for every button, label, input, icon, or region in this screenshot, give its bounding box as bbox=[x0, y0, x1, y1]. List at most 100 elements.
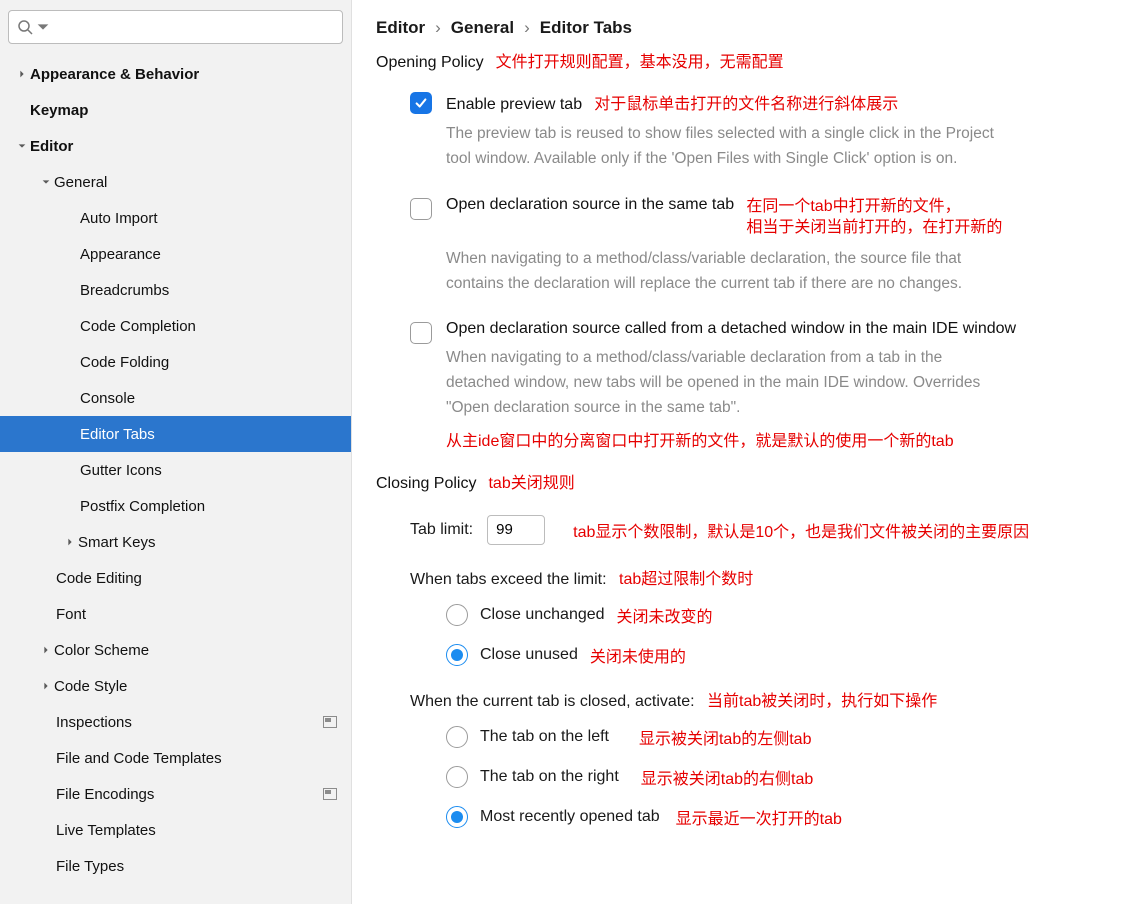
close-unused-anno: 关闭未使用的 bbox=[590, 643, 686, 667]
sidebar-item-label: Code Style bbox=[54, 678, 337, 695]
close-unused-row: Close unused 关闭未使用的 bbox=[376, 635, 1132, 675]
sidebar-item-code-completion[interactable]: Code Completion bbox=[0, 308, 351, 344]
tab-right-radio[interactable] bbox=[446, 766, 468, 788]
sidebar-item-console[interactable]: Console bbox=[0, 380, 351, 416]
close-unchanged-label: Close unchanged bbox=[480, 606, 605, 624]
sidebar-item-label: File Types bbox=[56, 858, 337, 875]
search-icon bbox=[17, 19, 33, 35]
open-decl-same-tab-desc: When navigating to a method/class/variab… bbox=[446, 247, 1006, 297]
sidebar-item-label: Code Folding bbox=[80, 354, 337, 371]
sidebar-item-label: Console bbox=[80, 390, 337, 407]
sidebar-item-label: Smart Keys bbox=[78, 534, 337, 551]
sidebar-item-postfix-completion[interactable]: Postfix Completion bbox=[0, 488, 351, 524]
tab-left-radio[interactable] bbox=[446, 726, 468, 748]
sidebar-item-smart-keys[interactable]: Smart Keys bbox=[0, 524, 351, 560]
sidebar-item-label: Inspections bbox=[56, 714, 323, 731]
close-unchanged-row: Close unchanged 关闭未改变的 bbox=[376, 595, 1132, 635]
enable-preview-tab-anno: 对于鼠标单击打开的文件名称进行斜体展示 bbox=[594, 96, 898, 113]
sidebar-item-code-folding[interactable]: Code Folding bbox=[0, 344, 351, 380]
sidebar-item-label: Breadcrumbs bbox=[80, 282, 337, 299]
open-decl-same-tab-label: Open declaration source in the same tab bbox=[446, 196, 734, 213]
sidebar-item-editor-tabs[interactable]: Editor Tabs bbox=[0, 416, 351, 452]
sidebar-item-label: File and Code Templates bbox=[56, 750, 337, 767]
tab-closed-text: When the current tab is closed, activate… bbox=[410, 693, 695, 710]
open-decl-same-tab-checkbox[interactable] bbox=[410, 198, 432, 220]
opening-policy-label: Opening Policy bbox=[376, 54, 484, 72]
chevron-down-icon bbox=[35, 19, 51, 35]
closing-policy-label: Closing Policy bbox=[376, 475, 476, 493]
sidebar-item-label: Appearance bbox=[80, 246, 337, 263]
sidebar-item-label: Font bbox=[56, 606, 337, 623]
sidebar-item-label: Postfix Completion bbox=[80, 498, 337, 515]
sidebar-item-file-code-templates[interactable]: File and Code Templates bbox=[0, 740, 351, 776]
tab-recent-row: Most recently opened tab 显示最近一次打开的tab bbox=[376, 797, 1132, 837]
sidebar-item-live-templates[interactable]: Live Templates bbox=[0, 812, 351, 848]
sidebar-item-file-types[interactable]: File Types bbox=[0, 848, 351, 884]
tab-right-label: The tab on the right bbox=[480, 768, 619, 786]
search-input[interactable] bbox=[8, 10, 343, 44]
sidebar-item-label: Editor bbox=[30, 138, 337, 155]
sidebar-item-inspections[interactable]: Inspections bbox=[0, 704, 351, 740]
crumb-general[interactable]: General bbox=[451, 18, 514, 38]
tab-limit-row: Tab limit: tab显示个数限制，默认是10个，也是我们文件被关闭的主要… bbox=[376, 505, 1132, 553]
tab-limit-input[interactable] bbox=[487, 515, 545, 545]
settings-tree[interactable]: Appearance & Behavior Keymap Editor General… bbox=[0, 52, 351, 896]
sidebar-item-label: Live Templates bbox=[56, 822, 337, 839]
sidebar-item-keymap[interactable]: Keymap bbox=[0, 92, 351, 128]
sidebar-item-font[interactable]: Font bbox=[0, 596, 351, 632]
tabs-exceed-text: When tabs exceed the limit: bbox=[410, 571, 607, 588]
sidebar-item-general[interactable]: General bbox=[0, 164, 351, 200]
close-unchanged-radio[interactable] bbox=[446, 604, 468, 626]
sidebar-item-label: Gutter Icons bbox=[80, 462, 337, 479]
tab-right-anno: 显示被关闭tab的右侧tab bbox=[641, 765, 814, 789]
sidebar-item-code-editing[interactable]: Code Editing bbox=[0, 560, 351, 596]
sidebar-item-appearance-behavior[interactable]: Appearance & Behavior bbox=[0, 56, 351, 92]
search-wrap bbox=[0, 0, 351, 52]
tab-limit-label: Tab limit: bbox=[410, 521, 473, 539]
open-decl-same-tab-option: Open declaration source in the same tab … bbox=[376, 190, 1132, 301]
sidebar-item-label: Code Completion bbox=[80, 318, 337, 335]
close-unused-label: Close unused bbox=[480, 646, 578, 664]
enable-preview-tab-checkbox[interactable] bbox=[410, 92, 432, 114]
sidebar-item-editor-appearance[interactable]: Appearance bbox=[0, 236, 351, 272]
open-decl-detached-desc: When navigating to a method/class/variab… bbox=[446, 346, 1006, 420]
open-decl-detached-label: Open declaration source called from a de… bbox=[446, 320, 1016, 337]
opening-policy-anno: 文件打开规则配置，基本没用，无需配置 bbox=[496, 48, 784, 72]
close-unused-radio[interactable] bbox=[446, 644, 468, 666]
enable-preview-tab-label: Enable preview tab bbox=[446, 96, 582, 113]
sidebar-item-auto-import[interactable]: Auto Import bbox=[0, 200, 351, 236]
crumb-editor-tabs: Editor Tabs bbox=[540, 18, 632, 38]
tab-limit-anno: tab显示个数限制，默认是10个，也是我们文件被关闭的主要原因 bbox=[573, 518, 1029, 542]
enable-preview-tab-desc: The preview tab is reused to show files … bbox=[446, 122, 1006, 172]
sidebar-item-label: Keymap bbox=[30, 102, 337, 119]
crumb-editor[interactable]: Editor bbox=[376, 18, 425, 38]
anno-line1: 在同一个tab中打开新的文件， bbox=[746, 198, 960, 215]
settings-main: Editor › General › Editor Tabs Opening P… bbox=[352, 0, 1144, 904]
open-decl-detached-checkbox[interactable] bbox=[410, 322, 432, 344]
enable-preview-tab-option: Enable preview tab 对于鼠标单击打开的文件名称进行斜体展示 T… bbox=[376, 84, 1132, 176]
tab-recent-radio[interactable] bbox=[446, 806, 468, 828]
tab-left-row: The tab on the left 显示被关闭tab的左侧tab bbox=[376, 717, 1132, 757]
closing-policy-anno: tab关闭规则 bbox=[488, 469, 574, 493]
tab-right-row: The tab on the right 显示被关闭tab的右侧tab bbox=[376, 757, 1132, 797]
tab-recent-anno: 显示最近一次打开的tab bbox=[676, 805, 842, 829]
sidebar-item-label: Editor Tabs bbox=[80, 426, 337, 443]
sidebar-item-color-scheme[interactable]: Color Scheme bbox=[0, 632, 351, 668]
close-unchanged-anno: 关闭未改变的 bbox=[617, 603, 713, 627]
project-tag-icon bbox=[323, 788, 337, 800]
sidebar-item-label: Auto Import bbox=[80, 210, 337, 227]
tab-closed-anno: 当前tab被关闭时，执行如下操作 bbox=[707, 693, 937, 710]
tabs-exceed-label: When tabs exceed the limit: tab超过限制个数时 bbox=[376, 553, 1132, 595]
settings-sidebar: Appearance & Behavior Keymap Editor General… bbox=[0, 0, 352, 904]
sidebar-item-code-style[interactable]: Code Style bbox=[0, 668, 351, 704]
sidebar-item-breadcrumbs[interactable]: Breadcrumbs bbox=[0, 272, 351, 308]
sidebar-item-gutter-icons[interactable]: Gutter Icons bbox=[0, 452, 351, 488]
crumb-sep: › bbox=[435, 18, 441, 38]
sidebar-item-label: Code Editing bbox=[56, 570, 337, 587]
tab-recent-label: Most recently opened tab bbox=[480, 808, 660, 826]
opening-policy-title: Opening Policy 文件打开规则配置，基本没用，无需配置 bbox=[376, 48, 1132, 72]
sidebar-item-file-encodings[interactable]: File Encodings bbox=[0, 776, 351, 812]
tab-closed-label: When the current tab is closed, activate… bbox=[376, 675, 1132, 717]
closing-policy-title: Closing Policy tab关闭规则 bbox=[376, 469, 1132, 493]
sidebar-item-editor[interactable]: Editor bbox=[0, 128, 351, 164]
